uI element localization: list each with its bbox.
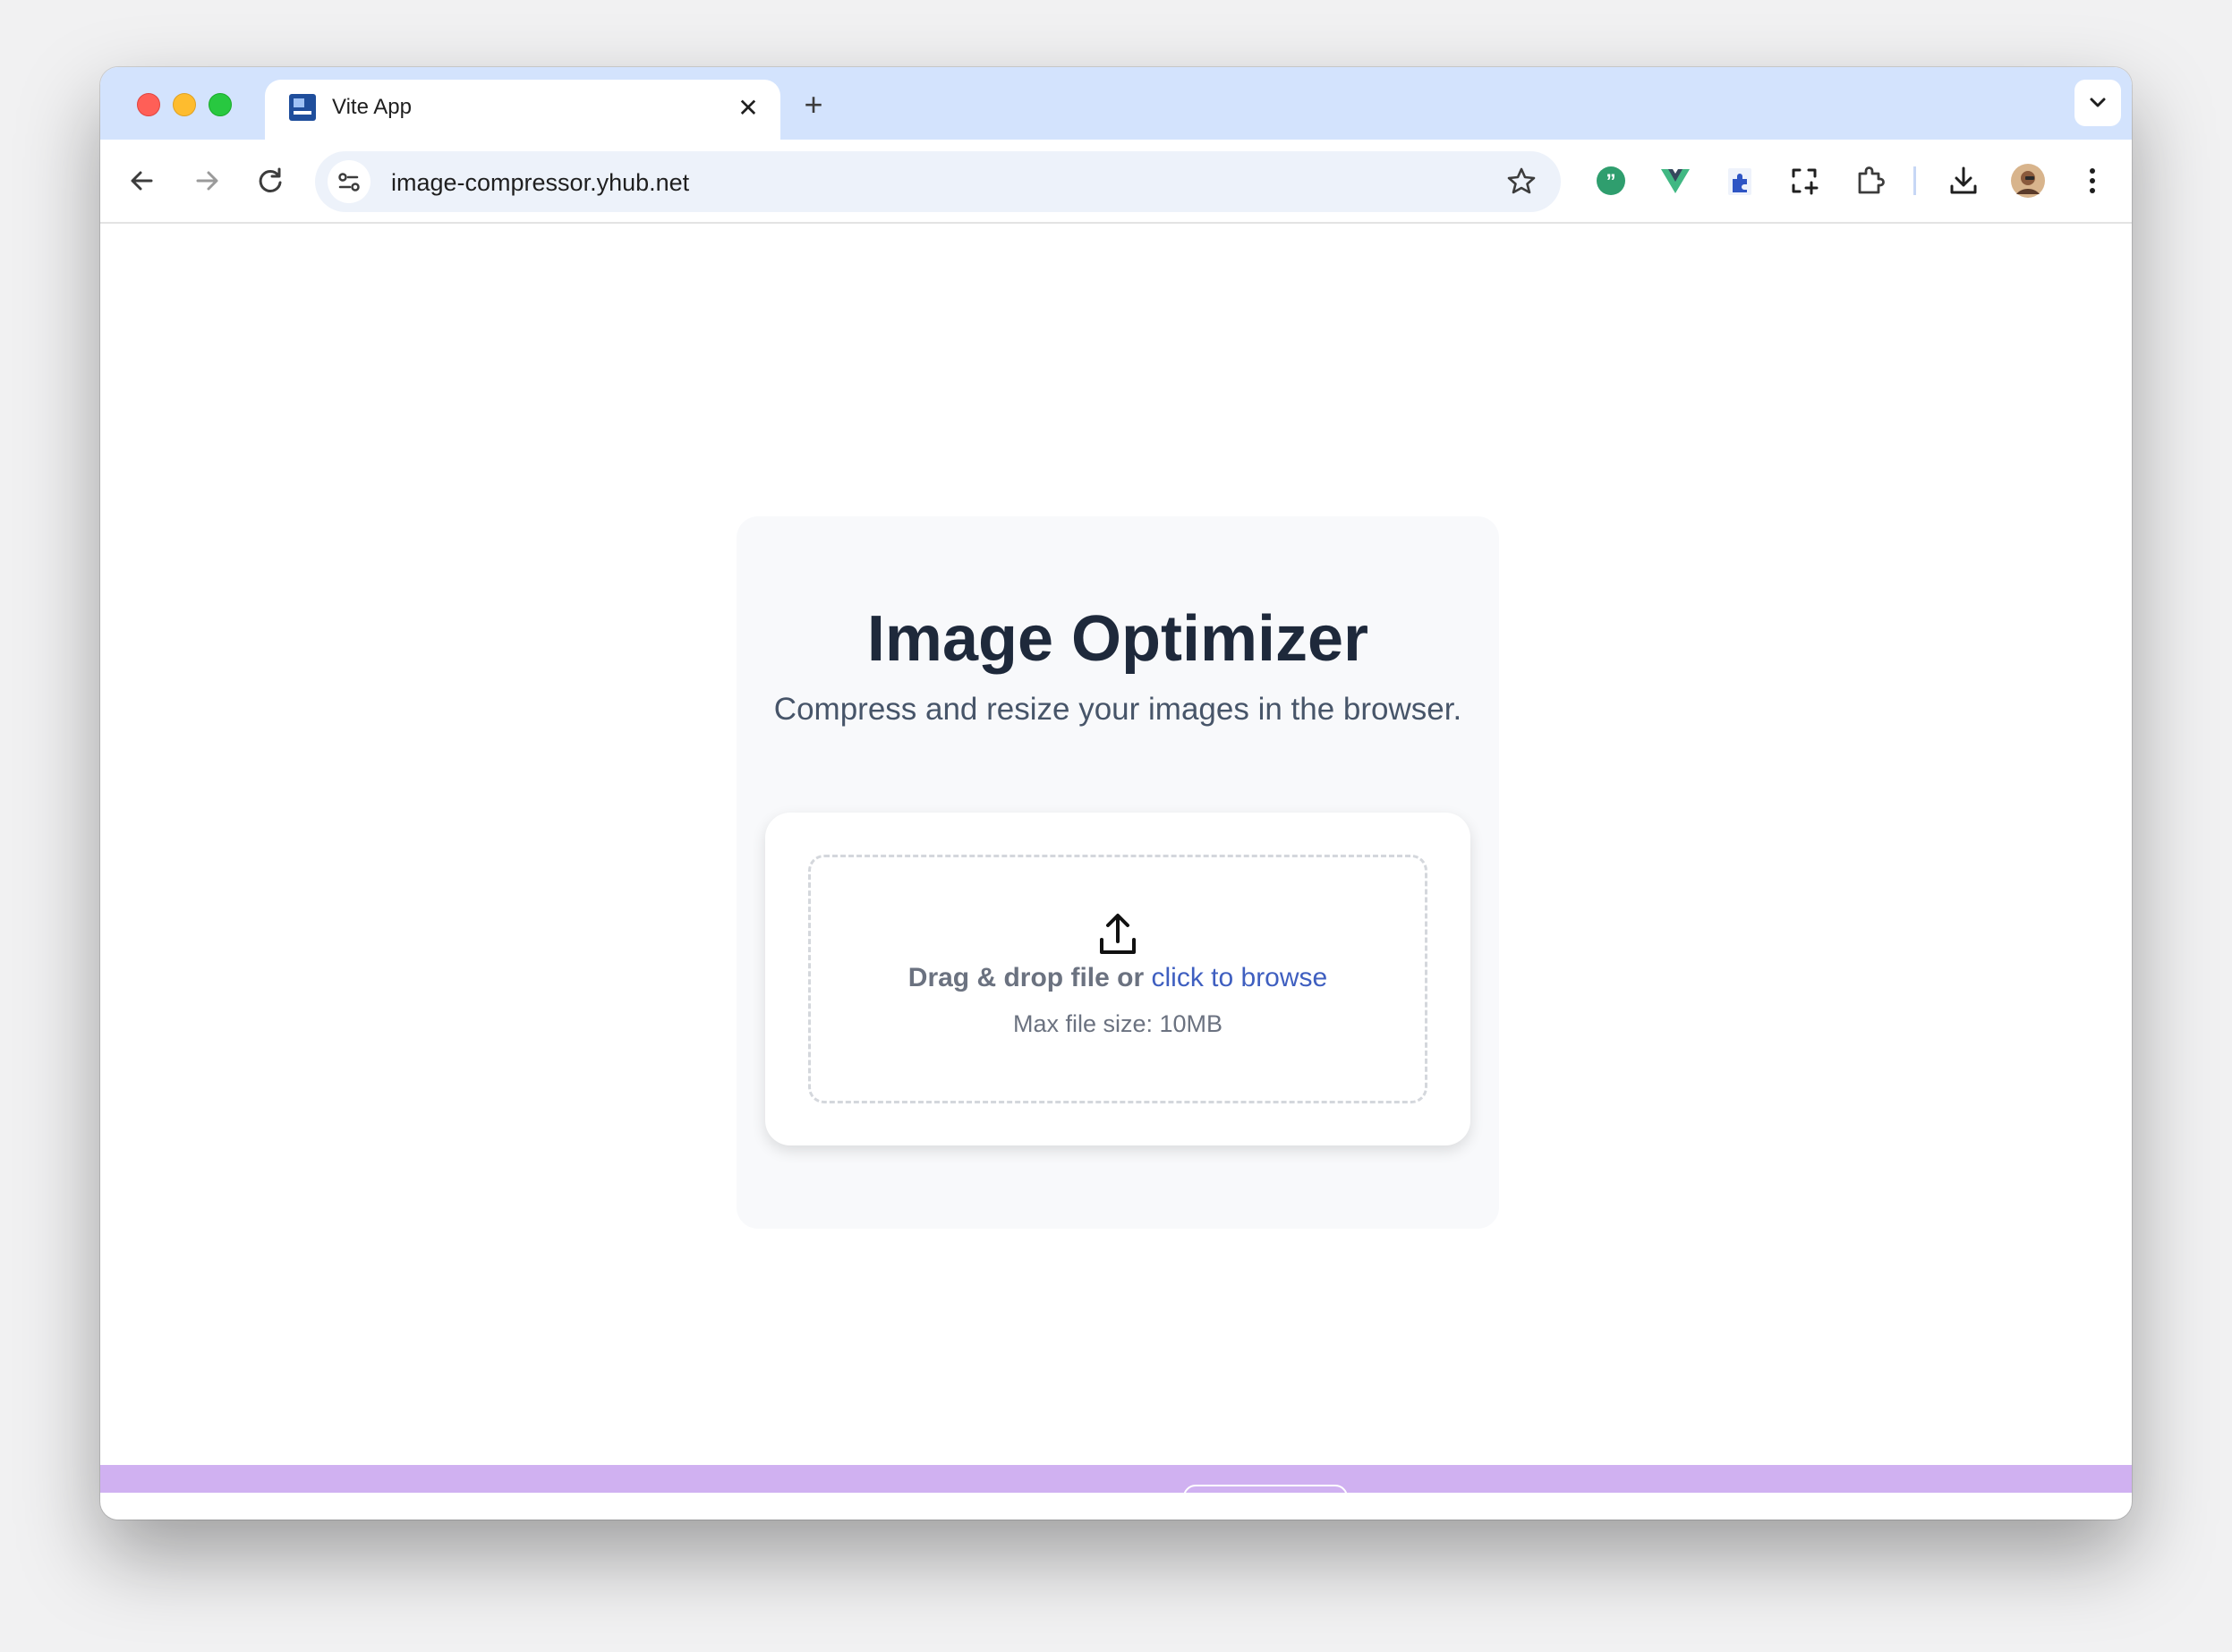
optimizer-card: Image Optimizer Compress and resize your…	[737, 516, 1499, 1229]
bottom-banner	[100, 1465, 2132, 1515]
bookmark-button[interactable]	[1504, 164, 1539, 200]
more-menu-button[interactable]	[2073, 161, 2112, 200]
site-info-icon	[338, 173, 360, 192]
download-icon	[1950, 166, 1977, 194]
forward-button[interactable]	[184, 158, 229, 203]
back-button[interactable]	[120, 158, 165, 203]
tab-title: Vite App	[332, 95, 412, 119]
extensions-button[interactable]	[1851, 161, 1890, 200]
avatar-icon	[2011, 164, 2045, 198]
address-bar[interactable]: image-compressor.yhub.net	[315, 151, 1561, 212]
minimize-window-button[interactable]	[173, 93, 196, 116]
page-title: Image Optimizer	[866, 603, 1369, 675]
more-menu-icon	[2090, 168, 2095, 193]
star-icon	[1507, 167, 1536, 194]
reload-button[interactable]	[249, 158, 294, 203]
profile-avatar[interactable]	[2008, 161, 2048, 200]
vue-devtools-icon	[1661, 169, 1690, 193]
screenshot-extension-button[interactable]	[1785, 161, 1824, 200]
grammar-extension-button[interactable]: ”	[1591, 161, 1631, 200]
drag-drop-text: Drag & drop file or	[907, 963, 1145, 992]
tab-search-button[interactable]	[2074, 80, 2121, 126]
url-text[interactable]: image-compressor.yhub.net	[391, 169, 689, 197]
screenshot-extension-icon	[1792, 168, 1819, 195]
close-window-button[interactable]	[137, 93, 160, 116]
upload-icon	[1100, 914, 1136, 954]
forward-icon	[196, 171, 218, 191]
downloads-button[interactable]	[1944, 161, 1983, 200]
tab-bar: Vite App ✕ +	[100, 67, 2132, 140]
favicon-icon	[289, 94, 316, 121]
file-dropzone[interactable]: Drag & drop file or click to browse Max …	[808, 855, 1427, 1103]
maximize-window-button[interactable]	[209, 93, 232, 116]
reload-icon	[259, 167, 282, 192]
back-icon	[131, 171, 153, 191]
max-file-size-text: Max file size: 10MB	[1012, 1010, 1223, 1037]
tab-vite-app[interactable]: Vite App ✕	[265, 80, 780, 140]
browser-window: Vite App ✕ + image-compressor.yhub.net ”…	[100, 67, 2132, 1520]
browse-link[interactable]: click to browse	[1151, 963, 1327, 992]
dropzone-instructions: Drag & drop file or click to browse	[811, 963, 1425, 993]
tab-close-icon[interactable]: ✕	[730, 90, 766, 126]
chevron-down-icon	[2090, 98, 2106, 107]
puzzle-extension-button[interactable]	[1720, 161, 1759, 200]
new-tab-button[interactable]: +	[793, 85, 834, 126]
page-content: Image Optimizer Compress and resize your…	[100, 224, 2132, 1515]
grammar-extension-icon: ”	[1597, 166, 1625, 195]
site-info-button[interactable]	[328, 160, 371, 203]
toolbar-divider	[1913, 166, 1916, 195]
puzzle-extension-icon	[1728, 168, 1751, 195]
page-subtitle: Compress and resize your images in the b…	[773, 692, 1462, 727]
extensions-icon	[1858, 166, 1885, 194]
browser-toolbar: image-compressor.yhub.net ”	[100, 140, 2132, 224]
upload-panel: Drag & drop file or click to browse Max …	[765, 813, 1470, 1145]
bottom-banner-button[interactable]	[1183, 1485, 1348, 1515]
svg-text:”: ”	[1606, 170, 1616, 192]
vue-devtools-button[interactable]	[1656, 161, 1695, 200]
